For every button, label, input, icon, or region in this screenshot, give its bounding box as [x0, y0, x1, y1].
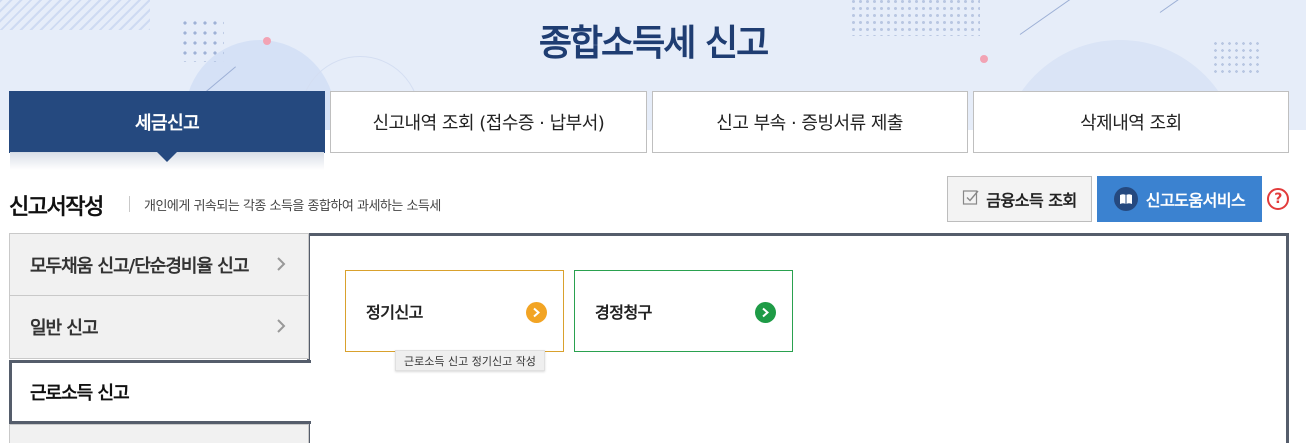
- card-label: 정기신고: [366, 303, 423, 322]
- tab-tax-filing[interactable]: 세금신고: [9, 91, 326, 170]
- finance-income-label: 금융소득 조회: [986, 191, 1077, 210]
- sidebar-item-label: 일반 신고: [30, 318, 99, 339]
- help-service-button[interactable]: 신고도움서비스: [1097, 176, 1262, 222]
- sidebar-item-prefilled[interactable]: 모두채움 신고/단순경비율 신고: [9, 233, 309, 296]
- arrow-right-circle-icon: [755, 302, 776, 323]
- line-decoration: [1159, 0, 1202, 13]
- section-title: 신고서작성: [9, 195, 104, 220]
- checklist-icon: [962, 188, 980, 210]
- chevron-right-icon: [276, 256, 286, 277]
- book-icon: [1113, 187, 1138, 211]
- tab-deleted-history[interactable]: 삭제내역 조회: [972, 91, 1289, 153]
- sidebar-item-label: 모두채움 신고/단순경비율 신고: [30, 255, 249, 277]
- question-icon[interactable]: ?: [1267, 188, 1289, 210]
- section-description: 개인에게 귀속되는 각종 소득을 종합하여 과세하는 소득세: [144, 199, 441, 214]
- main-tabs: 세금신고 신고내역 조회 (접수증 · 납부서) 신고 부속 · 증빙서류 제출…: [9, 91, 1289, 170]
- correction-claim-card[interactable]: 경정청구: [574, 270, 793, 352]
- page-title: 종합소득세 신고: [538, 23, 769, 64]
- help-service-label: 신고도움서비스: [1145, 191, 1246, 210]
- sidebar-item-earned-income[interactable]: 근로소득 신고: [9, 360, 311, 424]
- divider: [129, 196, 130, 212]
- sidebar-item-general[interactable]: 일반 신고: [9, 296, 309, 359]
- card-label: 경정청구: [595, 303, 652, 322]
- tab-filing-history[interactable]: 신고내역 조회 (접수증 · 납부서): [330, 91, 647, 153]
- sidebar-item-label: 근로소득 신고: [30, 383, 130, 404]
- chevron-right-icon: [276, 318, 286, 339]
- arrow-right-circle-icon: [526, 302, 547, 323]
- regular-filing-card[interactable]: 정기신고: [345, 270, 564, 352]
- sidebar-item-more[interactable]: [9, 424, 309, 443]
- finance-income-button[interactable]: 금융소득 조회: [947, 176, 1092, 222]
- tab-submit-documents[interactable]: 신고 부속 · 증빙서류 제출: [651, 91, 968, 153]
- tooltip: 근로소득 신고 정기신고 작성: [395, 350, 545, 371]
- sidebar: 모두채움 신고/단순경비율 신고 일반 신고 근로소득 신고: [9, 233, 311, 443]
